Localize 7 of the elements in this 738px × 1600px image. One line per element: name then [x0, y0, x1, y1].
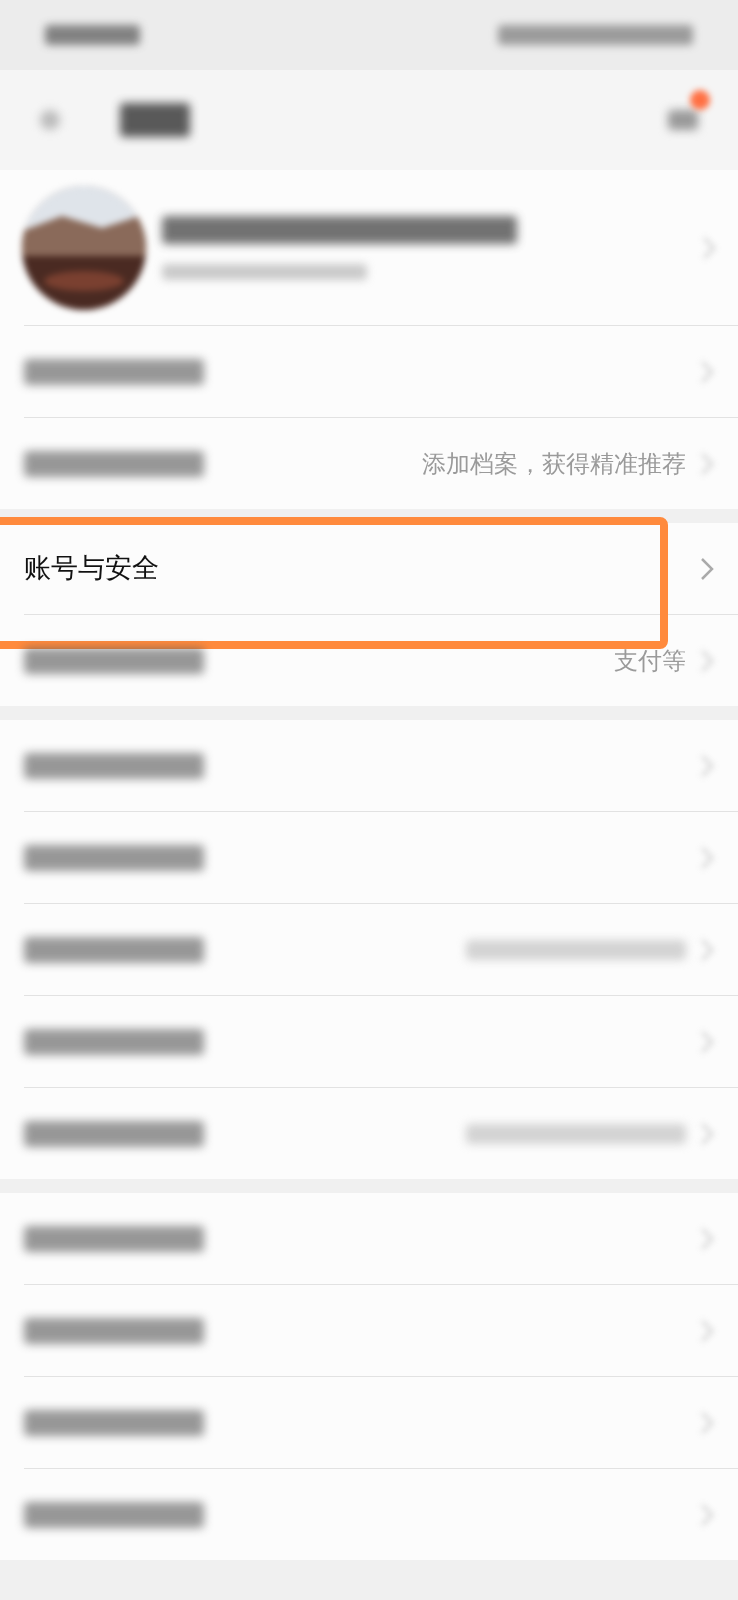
row-detail: 添加档案，获得精准推荐 — [422, 448, 686, 480]
chevron-icon — [700, 556, 714, 581]
row-detail: 支付等 — [614, 645, 686, 677]
settings-row[interactable]: 支付等 — [0, 615, 738, 706]
settings-row[interactable]: 账号与安全 — [0, 523, 738, 614]
title-blur — [120, 103, 190, 137]
row-label: 账号与安全 — [24, 551, 159, 586]
